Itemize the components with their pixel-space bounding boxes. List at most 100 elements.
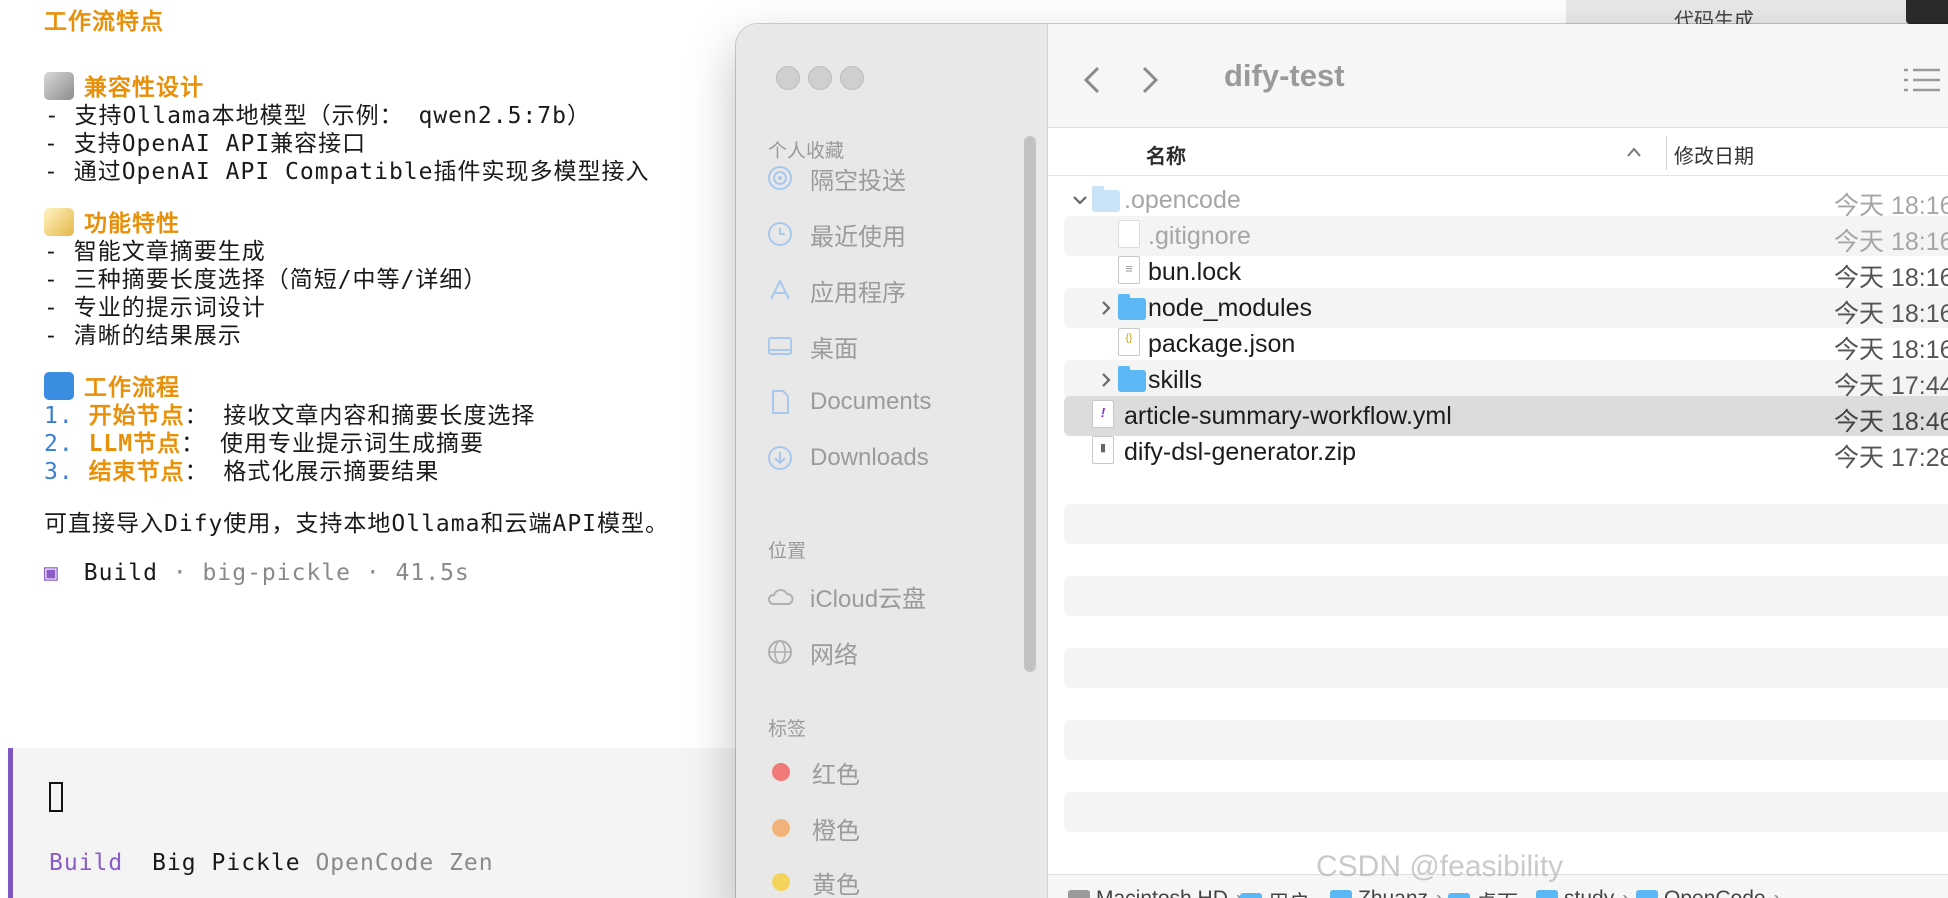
sidebar-item-documents[interactable]: Documents [766, 382, 931, 422]
chevron-right-icon [1142, 66, 1159, 94]
column-date-modified[interactable]: 修改日期 [1674, 140, 1754, 169]
sidebar-tag-orange[interactable]: 橙色 [766, 808, 860, 848]
disclosure-collapsed-icon[interactable] [1094, 370, 1118, 390]
orange-tag-icon [772, 819, 790, 837]
file-name: .gitignore [1148, 222, 1251, 250]
file-name: bun.lock [1148, 258, 1242, 286]
desktop-icon [766, 332, 794, 360]
build-status: ▣ Build · big-pickle · 41.5s [44, 560, 470, 586]
summary-line: 可直接导入Dify使用，支持本地Ollama和云端API模型。 [44, 511, 670, 537]
build-model: · big-pickle · 41.5s [172, 560, 470, 586]
sidebar-item-recents[interactable]: 最近使用 [766, 214, 906, 254]
prompt-provider: OpenCode Zen [315, 850, 494, 876]
path-crumb[interactable]: Macintosh HD› [1068, 887, 1243, 898]
home-folder-icon [1330, 890, 1352, 898]
file-name: dify-dsl-generator.zip [1124, 438, 1357, 466]
path-crumb[interactable]: 桌面› [1448, 887, 1533, 898]
zoom-button[interactable] [840, 66, 864, 90]
sidebar-tag-yellow[interactable]: 黄色 [766, 862, 860, 898]
file-row-selected[interactable]: ! article-summary-workflow.yml 今天 18:46 [1064, 396, 1948, 436]
folder-icon [1118, 294, 1146, 320]
file-name: skills [1148, 366, 1203, 394]
list-view-icon[interactable] [1902, 60, 1942, 100]
section-heading: 工作流特点 [44, 9, 164, 35]
build-status-icon: ▣ [44, 560, 59, 586]
back-button[interactable] [1072, 60, 1112, 100]
file-row[interactable]: skills 今天 17:44 [1064, 360, 1948, 400]
sidebar-item-network[interactable]: 网络 [766, 632, 858, 672]
close-button[interactable] [776, 66, 800, 90]
text-file-icon: ≡ [1118, 256, 1140, 284]
file-row[interactable]: ≡ bun.lock 今天 18:16 [1064, 252, 1948, 292]
file-name: article-summary-workflow.yml [1124, 402, 1452, 430]
flow-step: 3. 结束节点： 格式化展示摘要结果 [44, 459, 440, 485]
folder-icon [1240, 893, 1262, 898]
finder-toolbar: dify-test [1048, 24, 1948, 128]
yellow-tag-icon [772, 873, 790, 891]
file-row[interactable]: .gitignore 今天 18:16 [1064, 216, 1948, 256]
forward-button[interactable] [1130, 60, 1170, 100]
empty-row [1064, 504, 1948, 544]
sidebar-item-applications[interactable]: 应用程序 [766, 270, 906, 310]
document-icon [766, 388, 794, 416]
file-row[interactable]: {} package.json 今天 18:16 [1064, 324, 1948, 364]
clock-icon [766, 220, 794, 248]
folder-icon [1636, 890, 1658, 898]
folder-icon [1448, 893, 1470, 898]
locations-section-title: 位置 [768, 541, 807, 562]
file-name: package.json [1148, 330, 1296, 358]
path-crumb[interactable]: study› [1536, 887, 1629, 898]
folder-icon [1536, 890, 1558, 898]
empty-row [1064, 648, 1948, 688]
empty-row [1064, 792, 1948, 832]
column-name[interactable]: 名称 [1146, 140, 1186, 169]
json-file-icon: {} [1118, 328, 1140, 356]
path-crumb[interactable]: 用户› [1240, 887, 1325, 898]
yaml-file-icon: ! [1092, 400, 1114, 428]
prompt-mode[interactable]: Build [49, 850, 123, 876]
prompt-footer: Build Big Pickle OpenCode Zen [49, 850, 494, 876]
hard-drive-icon [1068, 890, 1090, 898]
text-cursor [49, 782, 63, 812]
prompt-model[interactable]: Big Pickle [152, 850, 300, 876]
folder-icon [1092, 186, 1120, 212]
path-crumb[interactable]: OpenCode› [1636, 887, 1781, 898]
sidebar-item-desktop[interactable]: 桌面 [766, 326, 858, 366]
text-file-icon [1118, 220, 1140, 248]
file-row[interactable]: ▮ dify-dsl-generator.zip 今天 17:28 [1064, 432, 1948, 472]
path-crumb[interactable]: Zhuanz› [1330, 887, 1443, 898]
cloud-icon [766, 582, 794, 610]
airdrop-icon [766, 164, 794, 192]
sort-ascending-icon[interactable] [1624, 142, 1644, 162]
sidebar-item-icloud[interactable]: iCloud云盘 [766, 576, 926, 616]
sidebar-item-airdrop[interactable]: 隔空投送 [766, 158, 906, 198]
globe-icon [766, 638, 794, 666]
disclosure-collapsed-icon[interactable] [1094, 298, 1118, 318]
compat-item: - 通过OpenAI API Compatible插件实现多模型接入 [44, 159, 650, 185]
window-title: dify-test [1224, 58, 1345, 93]
file-name: .opencode [1124, 186, 1241, 214]
disclosure-expanded-icon[interactable] [1068, 190, 1092, 210]
finder-sidebar: 个人收藏 隔空投送 最近使用 应用程序 桌面 Documents Downloa… [736, 24, 1048, 898]
watermark: CSDN @feasibility [1316, 850, 1564, 883]
empty-row [1064, 720, 1948, 760]
zip-file-icon: ▮ [1092, 436, 1114, 464]
red-tag-icon [772, 763, 790, 781]
feature-item: - 清晰的结果展示 [44, 323, 242, 349]
download-icon [766, 444, 794, 472]
sidebar-item-downloads[interactable]: Downloads [766, 438, 929, 478]
tags-section-title: 标签 [768, 719, 807, 740]
file-row[interactable]: node_modules 今天 18:16 [1064, 288, 1948, 328]
finder-content: dify-test 名称 修改日期 .opencode 今天 18:16 .gi… [1048, 24, 1948, 898]
file-row[interactable]: .opencode 今天 18:16 [1064, 180, 1948, 220]
sidebar-scrollbar[interactable] [1024, 136, 1036, 672]
sidebar-tag-red[interactable]: 红色 [766, 752, 860, 792]
file-name: node_modules [1148, 294, 1313, 322]
build-mode: Build [83, 560, 158, 586]
minimize-button[interactable] [808, 66, 832, 90]
chevron-left-icon [1083, 66, 1100, 94]
finder-window: 个人收藏 隔空投送 最近使用 应用程序 桌面 Documents Downloa… [736, 24, 1948, 898]
folder-icon [1118, 366, 1146, 392]
empty-row [1064, 576, 1948, 616]
file-date: 今天 17:28 [1834, 444, 1948, 472]
